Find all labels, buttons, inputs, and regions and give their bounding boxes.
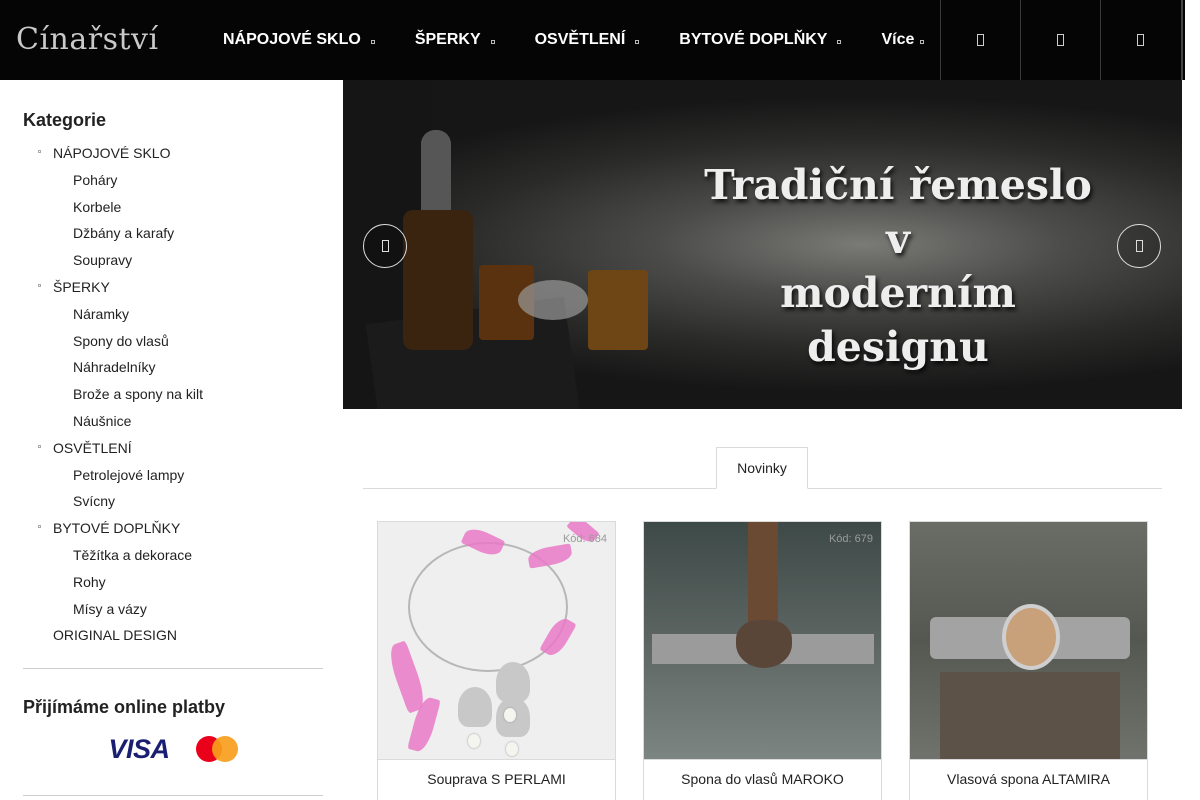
banner-headline: Tradiční řemeslo v moderním designu: [683, 158, 1113, 374]
product-name[interactable]: Vlasová spona ALTAMIRA: [910, 759, 1147, 787]
site-header: Cínařství NÁPOJOVÉ SKLO ŠPERKY OSVĚTLENÍ…: [0, 0, 1185, 80]
chevron-right-icon: [1135, 240, 1143, 252]
nav-item-osvetleni[interactable]: OSVĚTLENÍ: [535, 31, 640, 49]
clip-stone: [736, 620, 792, 668]
user-icon: [1057, 34, 1064, 46]
glass: [588, 270, 648, 350]
product-card[interactable]: Vlasová spona ALTAMIRA: [909, 521, 1148, 800]
cart-icon: [1137, 34, 1144, 46]
tab-novinky[interactable]: Novinky: [716, 447, 808, 489]
shell-pendant: [496, 662, 530, 702]
subcategory-rohy[interactable]: Rohy: [23, 569, 323, 596]
subcategory-spony-do-vlasu[interactable]: Spony do vlasů: [23, 328, 323, 355]
search-button[interactable]: [940, 0, 1020, 80]
product-code: Kód: 684: [562, 533, 607, 545]
petal: [526, 543, 574, 569]
payments-title: Přijímáme online platby: [23, 697, 226, 718]
nav-item-sperky[interactable]: ŠPERKY: [415, 31, 495, 49]
subcategory-pohary[interactable]: Poháry: [23, 167, 323, 194]
bullet-icon: [38, 150, 41, 153]
banner-line-3: moderním designu: [780, 269, 1016, 371]
scorpion-figurine: [518, 280, 588, 320]
subcategory-svicny[interactable]: Svícny: [23, 488, 323, 515]
product-image[interactable]: Kód: 679: [644, 522, 881, 759]
slider-prev-button[interactable]: [363, 224, 407, 268]
category-original-design[interactable]: ORIGINAL DESIGN: [23, 622, 323, 649]
mastercard-logo: [195, 736, 238, 763]
product-name[interactable]: Spona do vlasů MAROKO: [644, 759, 881, 787]
chevron-down-icon: [490, 40, 495, 44]
subcategory-naramky[interactable]: Náramky: [23, 301, 323, 328]
pearl: [468, 734, 480, 748]
category-label: ŠPERKY: [53, 278, 110, 295]
pearl: [504, 708, 516, 722]
nav-item-label: ŠPERKY: [414, 31, 481, 48]
header-actions: [940, 0, 1180, 80]
chevron-down-icon: [370, 40, 375, 44]
product-code: Kód: 679: [828, 533, 873, 545]
header-edge-divider: [1181, 0, 1183, 80]
subcategory-misy-a-vazy[interactable]: Mísy a vázy: [23, 596, 323, 623]
bullet-icon: [38, 525, 41, 529]
bullet-icon: [38, 444, 41, 448]
nav-item-label: Více: [881, 31, 915, 48]
shell-earring: [458, 687, 492, 727]
sidebar-divider: [23, 795, 323, 797]
category-sperky[interactable]: ŠPERKY: [23, 274, 323, 301]
category-label: OSVĚTLENÍ: [53, 439, 132, 456]
nav-item-bytove-doplnky[interactable]: BYTOVÉ DOPLŇKY: [679, 31, 842, 49]
category-osvetleni[interactable]: OSVĚTLENÍ: [23, 435, 323, 462]
banner-line-2: v: [886, 215, 910, 263]
subcategory-soupravy[interactable]: Soupravy: [23, 247, 323, 274]
product-image[interactable]: Kód: 684: [378, 522, 615, 759]
category-label: NÁPOJOVÉ SKLO: [53, 145, 171, 161]
pearl: [506, 742, 518, 756]
categories-title: Kategorie: [23, 110, 107, 130]
product-image[interactable]: [910, 522, 1147, 759]
banner-line-1: Tradiční řemeslo: [704, 161, 1092, 209]
category-label: BYTOVÉ DOPLŇKY: [53, 520, 181, 537]
subcategory-tezitka-a-dekorace[interactable]: Těžítka a dekorace: [23, 542, 323, 569]
subcategory-petrolejove-lampy[interactable]: Petrolejové lampy: [23, 462, 323, 489]
nav-item-napojove-sklo[interactable]: NÁPOJOVÉ SKLO: [223, 31, 375, 49]
payment-logos: VISA: [23, 734, 323, 764]
account-button[interactable]: [1020, 0, 1100, 80]
decanter-stopper: [421, 130, 451, 215]
subcategory-korbele[interactable]: Korbele: [23, 194, 323, 221]
site-logo[interactable]: Cínařství: [16, 22, 159, 57]
subcategory-broze-a-spony[interactable]: Brože a spony na kilt: [23, 381, 323, 408]
nav-item-vice[interactable]: Více: [881, 31, 925, 49]
subcategory-nausnice[interactable]: Náušnice: [23, 408, 323, 435]
search-icon: [977, 34, 984, 46]
visa-logo: VISA: [108, 733, 170, 764]
category-bytove-doplnky[interactable]: BYTOVÉ DOPLŇKY: [23, 515, 323, 542]
decanter: [403, 210, 473, 350]
category-napojove-sklo[interactable]: NÁPOJOVÉ SKLO: [23, 140, 323, 167]
chevron-left-icon: [381, 240, 389, 252]
chevron-down-icon: [920, 40, 925, 44]
bullet-icon: [38, 283, 41, 287]
category-list: NÁPOJOVÉ SKLO Poháry Korbele Džbány a ka…: [23, 140, 323, 649]
main-nav: NÁPOJOVÉ SKLO ŠPERKY OSVĚTLENÍ BYTOVÉ DO…: [223, 0, 925, 80]
chevron-down-icon: [635, 40, 640, 44]
subcategory-nahradelniky[interactable]: Náhradelníky: [23, 354, 323, 381]
product-name[interactable]: Souprava S PERLAMI: [378, 759, 615, 787]
sidebar: Kategorie NÁPOJOVÉ SKLO Poháry Korbele D…: [23, 80, 323, 797]
clip-stone: [1002, 604, 1060, 670]
chevron-down-icon: [837, 40, 842, 44]
sidebar-divider: [23, 668, 323, 670]
nav-item-label: OSVĚTLENÍ: [534, 31, 626, 48]
hero-banner[interactable]: Tradiční řemeslo v moderním designu: [343, 80, 1182, 409]
nav-item-label: NÁPOJOVÉ SKLO: [223, 31, 361, 48]
press-base: [940, 672, 1120, 759]
product-card[interactable]: Kód: 684 Souprava S PERLAMI: [377, 521, 616, 800]
cart-button[interactable]: [1100, 0, 1180, 80]
product-card[interactable]: Kód: 679 Spona do vlasů MAROKO: [643, 521, 882, 800]
subcategory-dzbany-a-karafy[interactable]: Džbány a karafy: [23, 220, 323, 247]
nav-item-label: BYTOVÉ DOPLŇKY: [679, 31, 828, 48]
slider-next-button[interactable]: [1117, 224, 1161, 268]
